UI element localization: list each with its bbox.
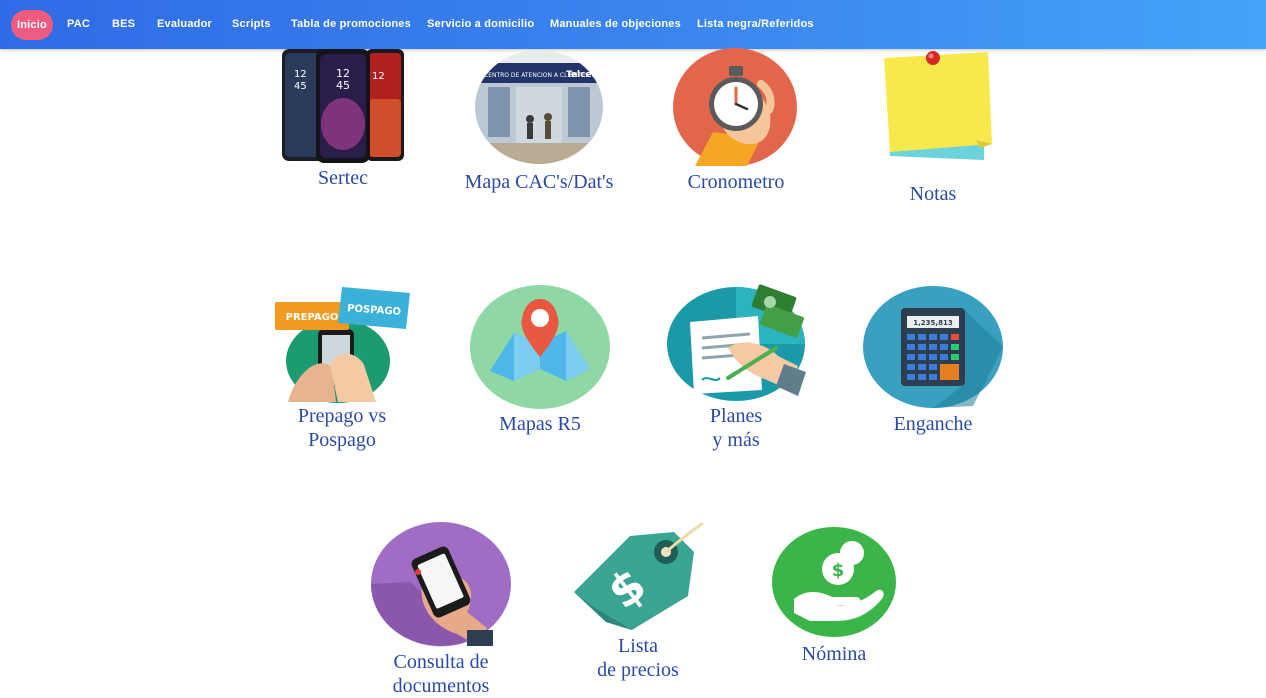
svg-text:45: 45 bbox=[294, 81, 307, 92]
label-enganche: Enganche bbox=[893, 413, 973, 435]
tile-cronometro[interactable] bbox=[673, 48, 797, 166]
tile-planes[interactable] bbox=[666, 284, 806, 402]
svg-text:12: 12 bbox=[294, 69, 307, 80]
nav-manuales-de-objeciones[interactable]: Manuales de objeciones bbox=[550, 0, 681, 49]
money-hand-icon: $ bbox=[772, 527, 896, 637]
label-mapas-r5: Mapas R5 bbox=[499, 413, 581, 435]
tile-mapas-r5[interactable] bbox=[470, 285, 610, 409]
contract-signing-icon bbox=[667, 284, 806, 401]
label-nomina: Nómina bbox=[801, 643, 867, 665]
svg-text:Telcel: Telcel bbox=[566, 70, 595, 80]
smartphones-icon: 12 45 12 45 12 bbox=[282, 49, 404, 163]
svg-text:$: $ bbox=[832, 560, 845, 581]
svg-text:45: 45 bbox=[336, 79, 350, 92]
tile-notas[interactable] bbox=[880, 48, 995, 162]
nav-inicio[interactable]: Inicio bbox=[11, 10, 53, 40]
label-consulta-documentos: Consulta de documentos bbox=[392, 651, 490, 697]
tile-mapa-cac[interactable]: CENTRO DE ATENCION A CLIENTES Telcel bbox=[474, 49, 604, 165]
nav-bes[interactable]: BES bbox=[112, 0, 135, 49]
price-tag-icon: $ bbox=[574, 522, 704, 630]
tile-lista-precios[interactable]: $ bbox=[570, 522, 706, 632]
nav-lista-negra-referidos[interactable]: Lista negra/Referidos bbox=[697, 0, 814, 49]
nav-scripts[interactable]: Scripts bbox=[232, 0, 271, 49]
svg-text:1,235,813: 1,235,813 bbox=[913, 319, 953, 327]
prepago-pospago-icon: PREPAGO POSPAGO bbox=[275, 287, 410, 403]
label-mapa-cac: Mapa CAC's/Dat's bbox=[464, 171, 614, 193]
store-photo-icon: CENTRO DE ATENCION A CLIENTES Telcel bbox=[475, 50, 603, 164]
tile-sertec[interactable]: 12 45 12 45 12 bbox=[276, 49, 410, 164]
tile-prepago-pospago[interactable]: PREPAGO POSPAGO bbox=[272, 285, 412, 403]
label-prepago-pospago: Prepago vs Pospago bbox=[297, 405, 387, 451]
tile-enganche[interactable]: 1,235,813 bbox=[863, 286, 1003, 408]
stopwatch-icon bbox=[673, 48, 797, 166]
nav-tabla-de-promociones[interactable]: Tabla de promociones bbox=[291, 0, 411, 49]
label-sertec: Sertec bbox=[318, 167, 368, 189]
svg-text:12: 12 bbox=[372, 71, 385, 82]
nav-evaluador[interactable]: Evaluador bbox=[157, 0, 212, 49]
svg-text:PREPAGO: PREPAGO bbox=[286, 312, 339, 323]
nav-pac[interactable]: PAC bbox=[67, 0, 90, 49]
label-lista-precios: Lista de precios bbox=[597, 635, 679, 681]
calculator-icon: 1,235,813 bbox=[863, 286, 1003, 408]
top-navbar: Inicio PAC BES Evaluador Scripts Tabla d… bbox=[0, 0, 1266, 49]
map-pin-icon bbox=[470, 285, 610, 409]
nav-servicio-a-domicilio[interactable]: Servicio a domicilio bbox=[427, 0, 534, 49]
label-notas: Notas bbox=[909, 183, 957, 205]
label-planes: Planes y más bbox=[709, 405, 763, 451]
tile-consulta-documentos[interactable] bbox=[370, 522, 511, 647]
label-cronometro: Cronometro bbox=[687, 171, 785, 193]
phone-in-hand-icon bbox=[370, 522, 511, 647]
tile-nomina[interactable]: $ bbox=[772, 527, 896, 637]
sticky-note-icon bbox=[884, 51, 992, 160]
